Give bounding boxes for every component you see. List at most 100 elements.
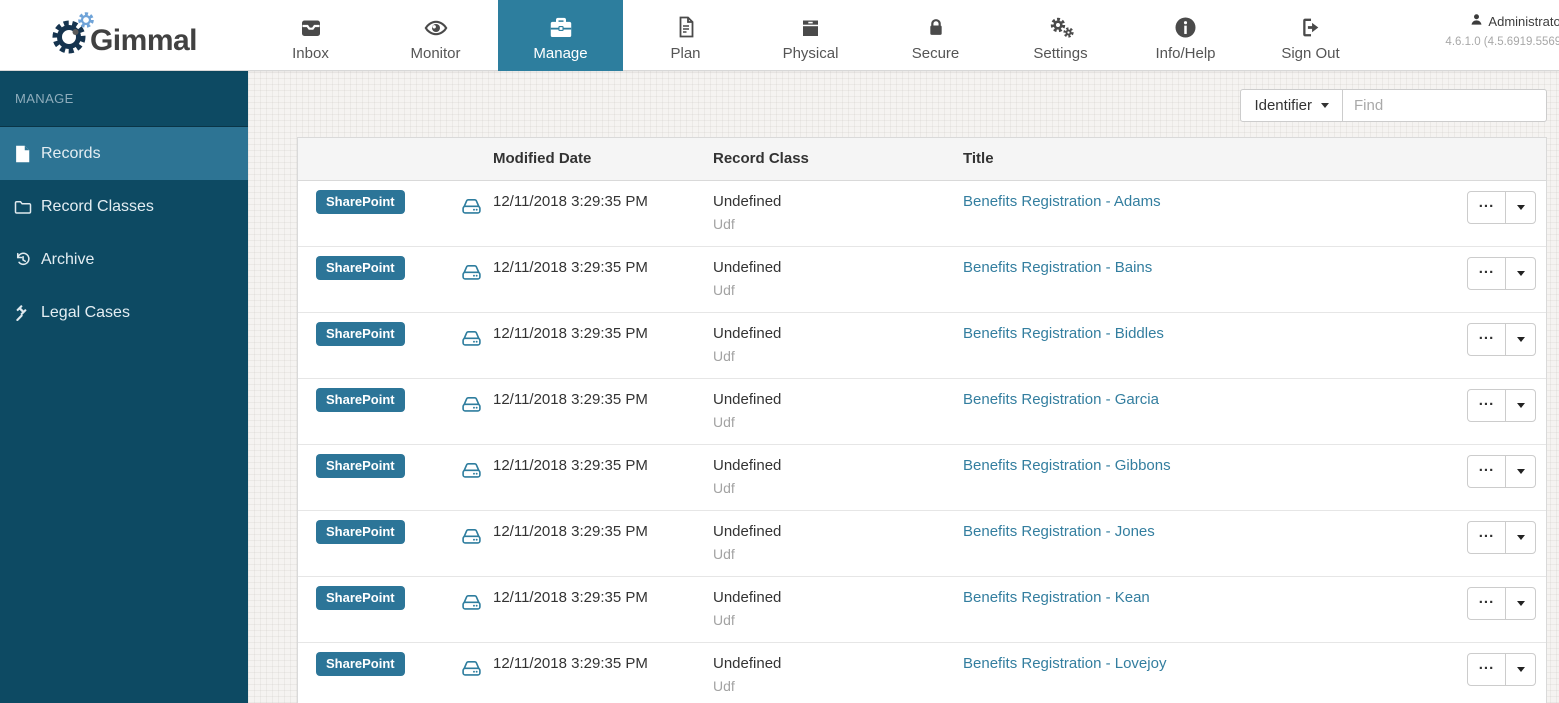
row-dropdown-button[interactable] (1505, 455, 1536, 488)
caret-down-icon (1516, 667, 1525, 672)
tab-inbox[interactable]: Inbox (248, 0, 373, 71)
hdd-icon (460, 195, 483, 221)
record-title-link[interactable]: Benefits Registration - Lovejoy (963, 655, 1166, 672)
search-bar: Identifier (1240, 89, 1547, 122)
tab-physical[interactable]: Physical (748, 0, 873, 71)
sharepoint-badge: SharePoint (316, 586, 405, 610)
caret-down-icon (1516, 535, 1525, 540)
row-dropdown-button[interactable] (1505, 191, 1536, 224)
sharepoint-badge: SharePoint (316, 388, 405, 412)
record-title-link[interactable]: Benefits Registration - Bains (963, 259, 1152, 276)
row-actions: ... (1467, 257, 1536, 290)
hdd-icon (460, 591, 483, 617)
sidebar-item-archive[interactable]: Archive (0, 233, 248, 286)
folder-icon (13, 199, 32, 215)
caret-down-icon (1516, 337, 1525, 342)
record-class-cell: Undefined (713, 193, 782, 210)
tab-settings[interactable]: Settings (998, 0, 1123, 71)
tab-label: Plan (670, 45, 701, 62)
filter-label: Identifier (1254, 97, 1312, 114)
record-title-link[interactable]: Benefits Registration - Adams (963, 193, 1161, 210)
modified-date-cell: 12/11/2018 3:29:35 PM (493, 391, 648, 408)
more-actions-button[interactable]: ... (1467, 587, 1506, 620)
record-title-link[interactable]: Benefits Registration - Jones (963, 523, 1155, 540)
briefcase-icon (547, 12, 575, 40)
tab-manage[interactable]: Manage (498, 0, 623, 71)
more-actions-button[interactable]: ... (1467, 653, 1506, 686)
table-row: SharePoint 12/11/2018 3:29:35 PM Undefin… (298, 445, 1546, 511)
user-row: Administrator (1445, 13, 1559, 29)
record-title-link[interactable]: Benefits Registration - Gibbons (963, 457, 1171, 474)
tab-label: Monitor (410, 45, 461, 62)
tab-label: Physical (782, 45, 839, 62)
find-input[interactable] (1343, 89, 1547, 122)
table-row: SharePoint 12/11/2018 3:29:35 PM Undefin… (298, 247, 1546, 313)
caret-down-icon (1516, 205, 1525, 210)
more-actions-button[interactable]: ... (1467, 257, 1506, 290)
record-class-cell: Undefined (713, 523, 782, 540)
hdd-icon (460, 327, 483, 353)
sidebar-item-label: Records (41, 144, 101, 162)
hdd-icon (460, 525, 483, 551)
modified-date-cell: 12/11/2018 3:29:35 PM (493, 457, 648, 474)
sidebar-item-record-classes[interactable]: Record Classes (0, 180, 248, 233)
record-title-link[interactable]: Benefits Registration - Biddles (963, 325, 1164, 342)
main-nav-tabs: Inbox Monitor Manage Plan Physical Secur… (248, 0, 1373, 71)
sharepoint-badge: SharePoint (316, 322, 405, 346)
tab-info-help[interactable]: Info/Help (1123, 0, 1248, 71)
tab-plan[interactable]: Plan (623, 0, 748, 71)
row-dropdown-button[interactable] (1505, 257, 1536, 290)
more-actions-button[interactable]: ... (1467, 455, 1506, 488)
tab-label: Sign Out (1281, 45, 1340, 62)
person-icon (1470, 13, 1483, 29)
record-title-link[interactable]: Benefits Registration - Kean (963, 589, 1150, 606)
row-actions: ... (1467, 389, 1536, 422)
more-actions-button[interactable]: ... (1467, 191, 1506, 224)
column-header-modified-date: Modified Date (493, 150, 592, 167)
sharepoint-badge: SharePoint (316, 190, 405, 214)
record-class-cell: Undefined (713, 457, 782, 474)
tab-secure[interactable]: Secure (873, 0, 998, 71)
main-content: Identifier Modified Date Record Class Ti… (248, 71, 1559, 703)
record-class-cell: Undefined (713, 655, 782, 672)
logo-text: Gimmal (89, 23, 198, 57)
document-icon (674, 12, 698, 40)
modified-date-cell: 12/11/2018 3:29:35 PM (493, 325, 648, 342)
user-name: Administrator (1488, 13, 1559, 29)
row-dropdown-button[interactable] (1505, 323, 1536, 356)
caret-down-icon (1516, 271, 1525, 276)
row-dropdown-button[interactable] (1505, 587, 1536, 620)
table-row: SharePoint 12/11/2018 3:29:35 PM Undefin… (298, 379, 1546, 445)
column-header-record-class: Record Class (713, 150, 809, 167)
hdd-icon (460, 459, 483, 485)
caret-down-icon (1516, 469, 1525, 474)
tab-sign-out[interactable]: Sign Out (1248, 0, 1373, 71)
more-actions-button[interactable]: ... (1467, 323, 1506, 356)
sidebar-item-records[interactable]: Records (0, 127, 248, 180)
eye-icon (422, 12, 450, 40)
record-title-link[interactable]: Benefits Registration - Garcia (963, 391, 1159, 408)
tab-monitor[interactable]: Monitor (373, 0, 498, 71)
row-dropdown-button[interactable] (1505, 653, 1536, 686)
row-actions: ... (1467, 455, 1536, 488)
table-row: SharePoint 12/11/2018 3:29:35 PM Undefin… (298, 313, 1546, 379)
record-class-code-cell: Udf (713, 612, 735, 628)
identifier-filter-dropdown[interactable]: Identifier (1240, 89, 1343, 122)
row-dropdown-button[interactable] (1505, 389, 1536, 422)
tab-label: Info/Help (1155, 45, 1216, 62)
tab-label: Manage (533, 45, 588, 62)
row-dropdown-button[interactable] (1505, 521, 1536, 554)
sharepoint-badge: SharePoint (316, 454, 405, 478)
record-class-code-cell: Udf (713, 216, 735, 232)
gavel-icon (13, 304, 32, 321)
modified-date-cell: 12/11/2018 3:29:35 PM (493, 193, 648, 210)
caret-down-icon (1321, 103, 1329, 108)
record-class-code-cell: Udf (713, 678, 735, 694)
history-icon (13, 251, 32, 268)
sidebar-item-legal-cases[interactable]: Legal Cases (0, 286, 248, 339)
caret-down-icon (1516, 403, 1525, 408)
gears-icon (1046, 12, 1076, 40)
more-actions-button[interactable]: ... (1467, 521, 1506, 554)
file-icon (13, 145, 32, 163)
more-actions-button[interactable]: ... (1467, 389, 1506, 422)
